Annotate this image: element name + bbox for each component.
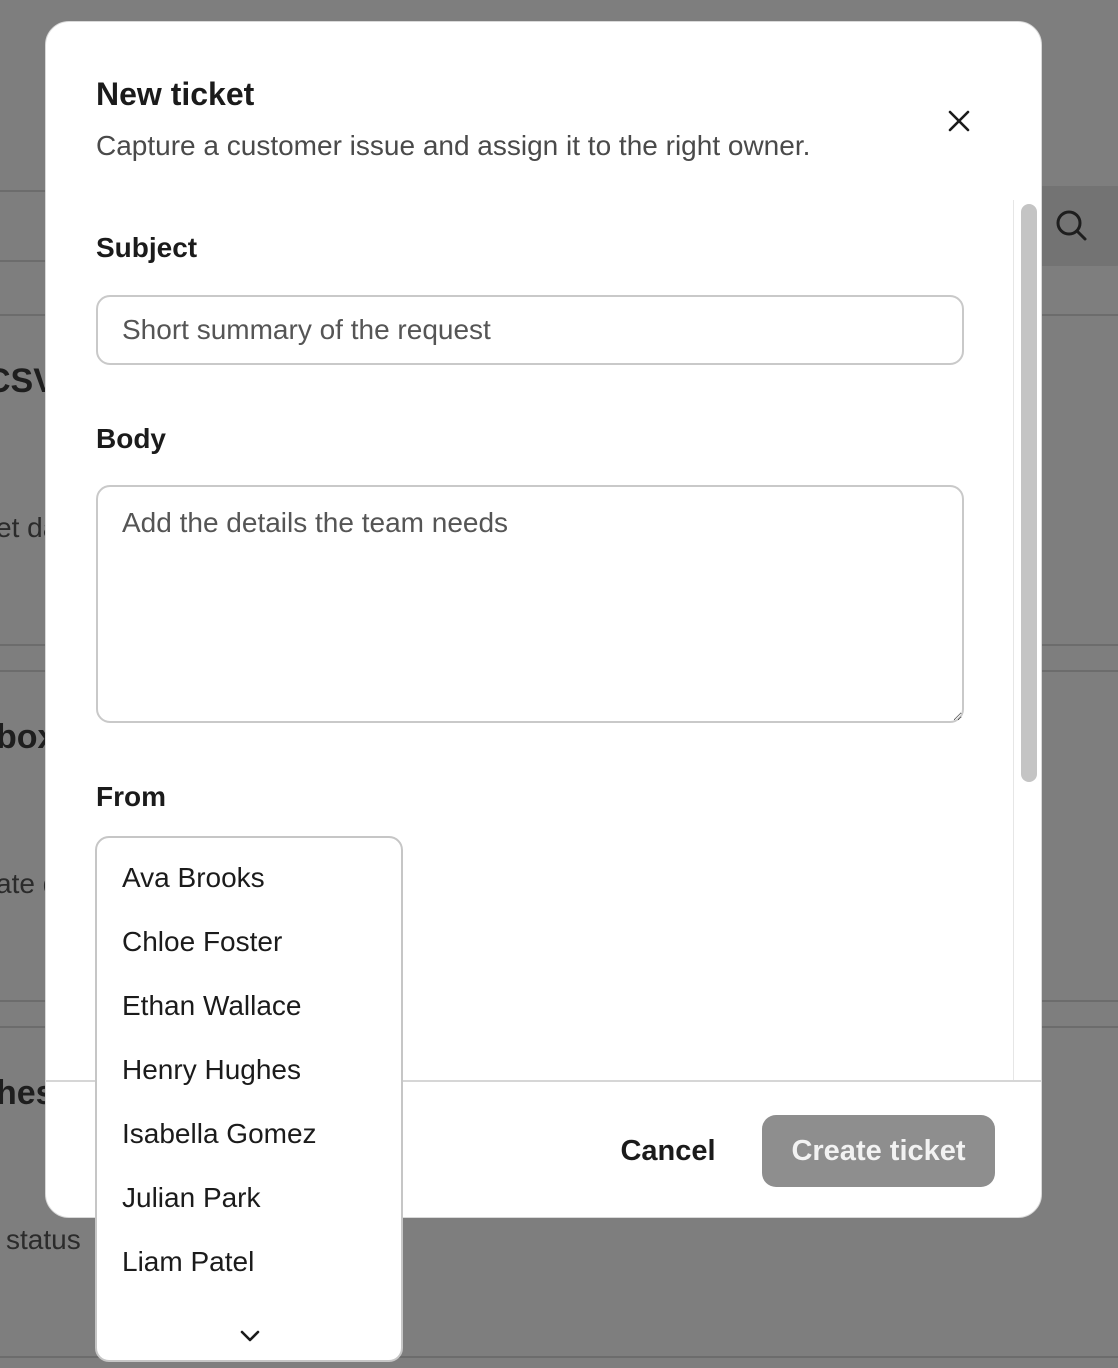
dropdown-option[interactable]: Ethan Wallace: [122, 990, 302, 1022]
dropdown-option[interactable]: Ava Brooks: [122, 862, 265, 894]
from-dropdown-list[interactable]: Ava Brooks Chloe Foster Ethan Wallace He…: [95, 836, 403, 1362]
close-button[interactable]: [936, 98, 982, 144]
dialog-subtitle: Capture a customer issue and assign it t…: [96, 130, 811, 161]
dropdown-option[interactable]: Liam Patel: [122, 1246, 254, 1278]
form-scrollbar-thumb[interactable]: [1021, 204, 1037, 782]
background-text: status: [6, 1224, 81, 1255]
dropdown-option[interactable]: Isabella Gomez: [122, 1118, 317, 1150]
close-icon: [948, 110, 970, 132]
dialog-title: New ticket: [96, 76, 255, 112]
body-label: Body: [96, 423, 166, 454]
dropdown-option[interactable]: Chloe Foster: [122, 926, 282, 958]
dropdown-option[interactable]: Henry Hughes: [122, 1054, 301, 1086]
divider: [0, 190, 45, 192]
body-textarea[interactable]: [96, 485, 964, 723]
scroll-more-button[interactable]: [237, 1326, 263, 1346]
subject-label: Subject: [96, 232, 198, 263]
chevron-down-icon: [240, 1330, 260, 1342]
divider: [0, 260, 45, 262]
dropdown-option[interactable]: Julian Park: [122, 1182, 261, 1214]
cancel-button[interactable]: Cancel: [606, 1115, 730, 1187]
create-ticket-button[interactable]: Create ticket: [762, 1115, 995, 1187]
subject-input[interactable]: [96, 295, 964, 365]
from-label: From: [96, 781, 166, 812]
search-icon: [1054, 208, 1088, 247]
